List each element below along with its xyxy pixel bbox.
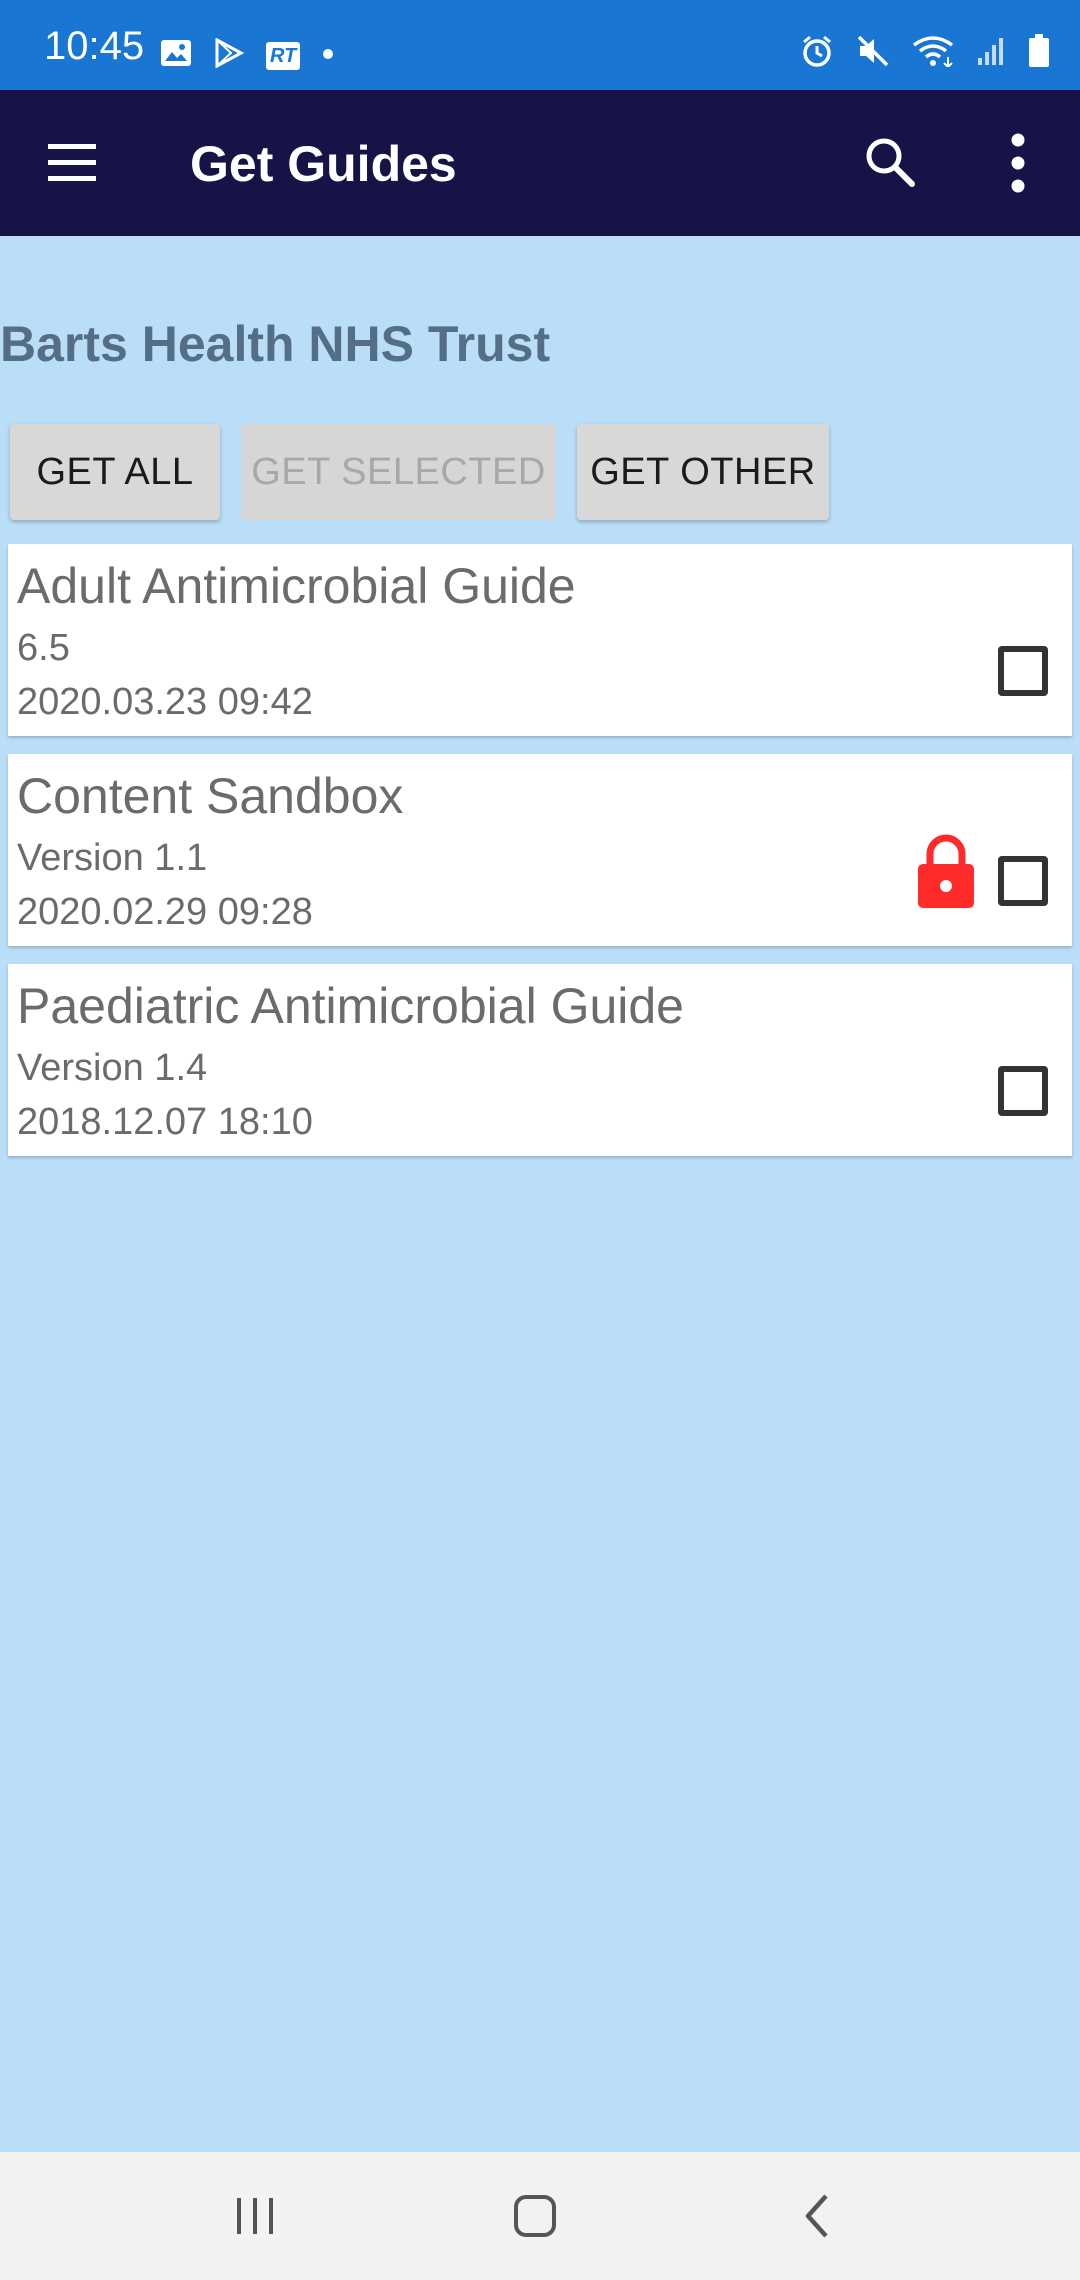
guide-checkbox[interactable]	[998, 856, 1048, 906]
guide-version: Version 1.1	[17, 837, 208, 879]
lock-icon	[918, 834, 974, 908]
dot-icon	[322, 47, 334, 65]
battery-icon	[1028, 34, 1050, 73]
page-title: Get Guides	[190, 136, 457, 192]
status-bar: 10:45 RT	[0, 0, 1080, 90]
guide-card-adult-antimicrobial[interactable]: Adult Antimicrobial Guide 6.5 2020.03.23…	[8, 544, 1072, 736]
recents-button[interactable]	[215, 2186, 295, 2246]
guide-name: Adult Antimicrobial Guide	[17, 558, 576, 614]
guide-card-paediatric-antimicrobial[interactable]: Paediatric Antimicrobial Guide Version 1…	[8, 964, 1072, 1156]
guide-name: Content Sandbox	[17, 768, 404, 824]
signal-icon	[976, 36, 1006, 71]
guide-version: 6.5	[17, 627, 70, 669]
guide-version: Version 1.4	[17, 1047, 208, 1089]
back-icon	[805, 2194, 828, 2238]
home-icon	[514, 2195, 556, 2237]
get-selected-button[interactable]: GET SELECTED	[241, 424, 556, 520]
guide-name: Paediatric Antimicrobial Guide	[17, 978, 684, 1034]
status-left-icons: RT	[160, 37, 356, 73]
get-other-button[interactable]: GET OTHER	[577, 424, 829, 520]
system-nav-bar	[0, 2152, 1080, 2280]
search-icon	[866, 138, 915, 187]
guide-date: 2018.12.07 18:10	[17, 1101, 313, 1143]
image-icon	[160, 39, 192, 72]
guide-date: 2020.02.29 09:28	[17, 891, 313, 933]
organization-title: Barts Health NHS Trust	[0, 316, 551, 372]
guide-date: 2020.03.23 09:42	[17, 681, 313, 723]
play-store-icon	[214, 37, 245, 73]
guide-checkbox[interactable]	[998, 1066, 1048, 1116]
app-bar: Get Guides	[0, 90, 1080, 236]
guide-card-content-sandbox[interactable]: Content Sandbox Version 1.1 2020.02.29 0…	[8, 754, 1072, 946]
menu-icon	[48, 144, 96, 181]
guide-checkbox[interactable]	[998, 646, 1048, 696]
mute-icon	[856, 34, 890, 73]
recents-icon	[237, 2198, 273, 2234]
more-vert-icon	[1011, 133, 1025, 193]
home-button[interactable]	[495, 2186, 575, 2246]
back-button[interactable]	[778, 2186, 858, 2246]
rt-news-icon: RT	[266, 41, 301, 70]
search-button[interactable]	[862, 134, 918, 190]
get-all-button[interactable]: GET ALL	[10, 424, 220, 520]
wifi-icon	[912, 35, 954, 72]
alarm-icon	[800, 34, 834, 73]
status-right-icons	[800, 34, 1050, 73]
status-time: 10:45	[44, 24, 145, 68]
more-options-button[interactable]	[1000, 130, 1036, 196]
menu-button[interactable]	[44, 138, 100, 188]
